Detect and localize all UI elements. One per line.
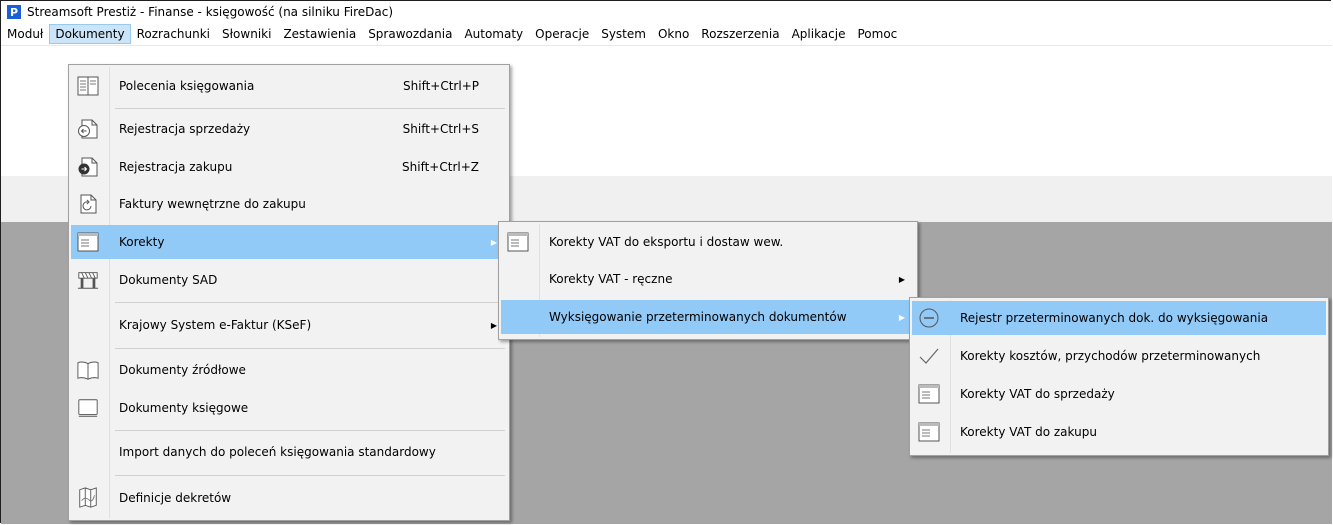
menu-separator <box>115 430 505 431</box>
menu-automaty[interactable]: Automaty <box>458 24 529 44</box>
menu-item-label: Korekty VAT do eksportu i dostaw wew. <box>549 235 784 249</box>
menu-separator <box>115 302 505 303</box>
menu-pomoc[interactable]: Pomoc <box>851 24 903 44</box>
sad-gate-icon <box>77 269 99 291</box>
menu-item-rejestracja-zakupu[interactable]: Rejestracja zakupu Shift+Ctrl+Z <box>71 150 507 184</box>
window-title: Streamsoft Prestiż - Finanse - księgowoś… <box>27 5 393 19</box>
menu-okno[interactable]: Okno <box>652 24 695 44</box>
book-icon <box>77 359 99 381</box>
menu-aplikacje[interactable]: Aplikacje <box>786 24 852 44</box>
menu-item-label: Polecenia księgowania <box>119 79 255 93</box>
menu-item-korekty[interactable]: Korekty ▶ <box>71 225 507 259</box>
menu-item-label: Korekty VAT - ręczne <box>549 272 673 286</box>
list-doc-icon <box>507 231 529 253</box>
submenu-arrow-icon: ▶ <box>898 312 905 322</box>
menu-item-label: Rejestracja zakupu <box>119 160 233 174</box>
menu-separator <box>115 108 505 109</box>
menu-item-polecenia[interactable]: Polecenia księgowania Shift+Ctrl+P <box>71 69 507 103</box>
menu-system[interactable]: System <box>595 24 652 44</box>
menu-item-rejestracja-sprzedazy[interactable]: Rejestracja sprzedaży Shift+Ctrl+S <box>71 112 507 146</box>
menu-item-korekty-kosztow[interactable]: Korekty kosztów, przychodów przeterminow… <box>912 339 1326 373</box>
menu-item-ksef[interactable]: Krajowy System e-Faktur (KSeF) ▶ <box>71 308 507 342</box>
menu-rozszerzenia[interactable]: Rozszerzenia <box>695 24 785 44</box>
menu-dokumenty[interactable]: Dokumenty <box>49 24 131 44</box>
menu-item-korekty-vat-eksport[interactable]: Korekty VAT do eksportu i dostaw wew. <box>501 225 915 259</box>
menu-item-label: Korekty VAT do sprzedaży <box>960 387 1115 401</box>
menu-item-label: Import danych do poleceń księgowania sta… <box>119 445 436 459</box>
menu-item-label: Wyksięgowanie przeterminowanych dokument… <box>549 310 847 324</box>
menu-item-label: Dokumenty księgowe <box>119 401 249 415</box>
menu-item-label: Korekty kosztów, przychodów przeterminow… <box>960 349 1261 363</box>
list-doc-icon <box>918 383 940 405</box>
title-bar: P Streamsoft Prestiż - Finanse - księgow… <box>1 1 1332 23</box>
menu-item-dokumenty-sad[interactable]: Dokumenty SAD <box>71 263 507 297</box>
menu-item-shortcut: Shift+Ctrl+S <box>402 122 479 136</box>
menu-zestawienia[interactable]: Zestawienia <box>277 24 362 44</box>
blank-doc-icon <box>77 397 99 419</box>
submenu-arrow-icon: ▶ <box>490 320 497 330</box>
menu-item-label: Krajowy System e-Faktur (KSeF) <box>119 318 312 332</box>
menu-operacje[interactable]: Operacje <box>529 24 595 44</box>
menu-item-import-danych[interactable]: Import danych do poleceń księgowania sta… <box>71 435 507 469</box>
menu-sprawozdania[interactable]: Sprawozdania <box>362 24 458 44</box>
sale-doc-icon <box>77 118 99 140</box>
menu-item-label: Dokumenty źródłowe <box>119 363 246 377</box>
dokumenty-menu: Polecenia księgowania Shift+Ctrl+P Rejes… <box>68 64 510 521</box>
menu-separator <box>115 348 505 349</box>
korekty-submenu: Korekty VAT do eksportu i dostaw wew. Ko… <box>498 221 918 340</box>
list-doc-icon <box>918 421 940 443</box>
menu-item-korekty-vat-zakupu[interactable]: Korekty VAT do zakupu <box>912 415 1326 449</box>
ledger-icon <box>77 75 99 97</box>
menu-item-korekty-vat-sprzedazy[interactable]: Korekty VAT do sprzedaży <box>912 377 1326 411</box>
minus-circle-icon <box>918 307 940 329</box>
check-icon <box>918 345 940 367</box>
wyksiegowanie-submenu: Rejestr przeterminowanych dok. do wyksię… <box>909 297 1329 456</box>
menu-item-definicje-dekretow[interactable]: Definicje dekretów <box>71 481 507 515</box>
submenu-arrow-icon: ▶ <box>490 237 497 247</box>
menu-item-dokumenty-zrodlowe[interactable]: Dokumenty źródłowe <box>71 353 507 387</box>
menu-item-label: Rejestracja sprzedaży <box>119 122 251 136</box>
submenu-arrow-icon: ▶ <box>898 274 905 284</box>
menu-item-korekty-vat-reczne[interactable]: Korekty VAT - ręczne ▶ <box>501 262 915 296</box>
menu-item-shortcut: Shift+Ctrl+P <box>403 79 479 93</box>
menu-item-dokumenty-ksiegowe[interactable]: Dokumenty księgowe <box>71 391 507 425</box>
refresh-doc-icon <box>77 193 99 215</box>
menu-item-label: Korekty VAT do zakupu <box>960 425 1097 439</box>
menu-modul[interactable]: Moduł <box>1 24 49 44</box>
menu-slowniki[interactable]: Słowniki <box>216 24 277 44</box>
menu-item-shortcut: Shift+Ctrl+Z <box>402 160 479 174</box>
menu-item-label: Rejestr przeterminowanych dok. do wyksię… <box>960 311 1269 325</box>
menu-bar: Moduł Dokumenty Rozrachunki Słowniki Zes… <box>1 23 1332 46</box>
menu-item-label: Korekty <box>119 235 165 249</box>
app-logo-icon: P <box>7 5 21 19</box>
menu-item-label: Faktury wewnętrzne do zakupu <box>119 197 306 211</box>
menu-item-wyksiegowanie[interactable]: Wyksięgowanie przeterminowanych dokument… <box>501 300 915 334</box>
menu-rozrachunki[interactable]: Rozrachunki <box>131 24 216 44</box>
menu-item-label: Definicje dekretów <box>119 491 232 505</box>
menu-item-label: Dokumenty SAD <box>119 273 218 287</box>
list-doc-icon <box>77 231 99 253</box>
menu-item-rejestr-przeterminowanych[interactable]: Rejestr przeterminowanych dok. do wyksię… <box>912 301 1326 335</box>
menu-separator <box>115 475 505 476</box>
map-book-icon <box>77 487 99 509</box>
purchase-doc-icon <box>77 156 99 178</box>
menu-item-faktury-wewnetrzne[interactable]: Faktury wewnętrzne do zakupu <box>71 187 507 221</box>
